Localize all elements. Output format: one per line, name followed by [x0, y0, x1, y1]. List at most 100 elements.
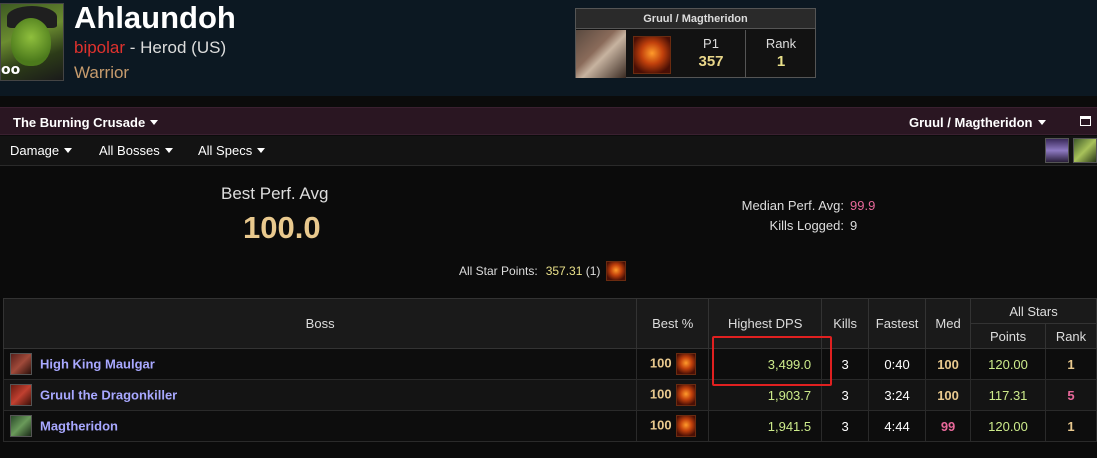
kills-cell: 3 [821, 379, 870, 411]
header-points[interactable]: Points [970, 323, 1046, 349]
caret-down-icon [1037, 120, 1046, 125]
specs-dropdown-label: All Specs [198, 143, 253, 158]
zone-rank-label: Rank [765, 36, 797, 51]
header-rank[interactable]: Rank [1044, 323, 1097, 349]
caret-down-icon [257, 148, 266, 153]
avatar-level-text: oo [1, 62, 21, 78]
rank-cell: 1 [1044, 410, 1097, 442]
zone-p1-label: P1 [703, 36, 719, 51]
star-icon [675, 415, 696, 437]
kills-logged-value: 9 [850, 218, 858, 233]
expansion-dropdown[interactable]: The Burning Crusade [13, 115, 159, 130]
character-avatar: oo [0, 3, 64, 81]
fastest-cell[interactable]: 0:40 [868, 348, 927, 380]
rank-cell: 5 [1044, 379, 1097, 411]
character-realm-line: bipolar - Herod (US) [74, 38, 226, 58]
all-star-points-rank: (1) [585, 264, 601, 278]
zone-image [576, 30, 626, 78]
boss-rankings-table: Boss Best % Highest DPS Kills Fastest Me… [2, 298, 1097, 442]
star-icon [675, 384, 696, 406]
expansion-dropdown-label: The Burning Crusade [13, 115, 146, 130]
specs-dropdown[interactable]: All Specs [198, 143, 266, 158]
highest-dps-cell[interactable]: 3,499.0 [708, 348, 823, 380]
boss-name-link[interactable]: Magtheridon [40, 419, 118, 434]
zone-dropdown-label: Gruul / Magtheridon [909, 115, 1033, 130]
caret-down-icon [164, 148, 173, 153]
best-pct-cell: 100 [636, 410, 710, 442]
guild-link[interactable]: bipolar [74, 38, 125, 57]
table-row: Gruul the Dragonkiller 100 1,903.7 3 3:2… [2, 379, 1097, 411]
boss-name-link[interactable]: Gruul the Dragonkiller [40, 388, 177, 403]
kills-logged-row: Kills Logged: 9 [770, 218, 878, 233]
points-cell: 120.00 [970, 348, 1046, 380]
median-perf-row: Median Perf. Avg: 99.9 [742, 198, 878, 213]
character-class: Warrior [74, 63, 130, 82]
realm-separator: - [125, 38, 141, 57]
best-pct-value: 100 [649, 386, 672, 402]
kills-cell: 3 [821, 348, 870, 380]
kills-logged-label: Kills Logged: [769, 218, 844, 233]
star-icon [675, 353, 696, 375]
boss-portrait-icon [10, 415, 32, 437]
boss-portrait-icon [10, 353, 32, 375]
header-kills[interactable]: Kills [821, 298, 870, 349]
boss-cell: Magtheridon [2, 410, 638, 442]
boss-cell: Gruul the Dragonkiller [2, 379, 638, 411]
star-icon [606, 261, 627, 281]
zone-p1-value: 357 [698, 53, 724, 70]
best-pct-value: 100 [649, 355, 672, 371]
zone-summary-box: Gruul / Magtheridon P1 357 Rank 1 [575, 8, 816, 78]
points-cell: 117.31 [970, 379, 1046, 411]
expansion-toolbar: The Burning Crusade Gruul / Magtheridon [0, 107, 1097, 135]
fastest-cell[interactable]: 3:24 [868, 379, 927, 411]
zone-box-title: Gruul / Magtheridon [576, 9, 815, 29]
table-row: High King Maulgar 100 3,499.0 3 0:40 100… [2, 348, 1097, 380]
header-boss[interactable]: Boss [2, 298, 638, 349]
fastest-cell[interactable]: 4:44 [868, 410, 927, 442]
header-fastest[interactable]: Fastest [868, 298, 927, 349]
bosses-dropdown[interactable]: All Bosses [99, 143, 173, 158]
realm-name: Herod (US) [140, 38, 227, 57]
maximize-icon[interactable] [1080, 116, 1091, 126]
all-star-points-row: All Star Points: 357.31 (1) [459, 261, 627, 281]
zone-dropdown[interactable]: Gruul / Magtheridon [909, 115, 1046, 130]
median-perf-label: Median Perf. Avg: [741, 198, 844, 213]
median-perf-value: 99.9 [850, 198, 876, 213]
highest-dps-cell[interactable]: 1,903.7 [708, 379, 823, 411]
zone-star-icon [633, 36, 671, 74]
bosses-dropdown-label: All Bosses [99, 143, 160, 158]
zone-rank-value: 1 [776, 53, 786, 70]
raid-icon[interactable] [1045, 138, 1069, 163]
rank-cell: 1 [1044, 348, 1097, 380]
header-all-stars: All Stars [970, 298, 1097, 324]
zone-p1-column: P1 357 [677, 30, 745, 78]
best-perf-value: 100.0 [243, 210, 321, 245]
metric-dropdown-label: Damage [10, 143, 60, 158]
best-pct-cell: 100 [636, 348, 710, 380]
best-pct-value: 100 [649, 417, 672, 433]
boss-name-link[interactable]: High King Maulgar [40, 357, 155, 372]
points-cell: 120.00 [970, 410, 1046, 442]
table-row: Magtheridon 100 1,941.5 3 4:44 99 120.00… [2, 410, 1097, 442]
header-med[interactable]: Med [925, 298, 972, 349]
best-pct-cell: 100 [636, 379, 710, 411]
header-best-pct[interactable]: Best % [636, 298, 710, 349]
med-cell: 100 [925, 348, 972, 380]
kills-cell: 3 [821, 410, 870, 442]
key-icon[interactable] [1073, 138, 1097, 163]
med-cell: 100 [925, 379, 972, 411]
med-cell: 99 [925, 410, 972, 442]
highest-dps-cell[interactable]: 1,941.5 [708, 410, 823, 442]
filter-toolbar: Damage All Bosses All Specs [0, 136, 1097, 166]
metric-dropdown[interactable]: Damage [10, 143, 73, 158]
all-star-points-label: All Star Points: [459, 264, 538, 278]
boss-cell: High King Maulgar [2, 348, 638, 380]
zone-rank-column: Rank 1 [745, 30, 816, 78]
character-name: Ahlaundoh [74, 0, 236, 35]
best-perf-label: Best Perf. Avg [221, 184, 329, 203]
header-highest-dps[interactable]: Highest DPS [708, 298, 823, 349]
caret-down-icon [150, 120, 159, 125]
character-header: oo Ahlaundoh bipolar - Herod (US) Warrio… [0, 0, 1097, 96]
all-star-points-value: 357.31 [545, 264, 583, 278]
caret-down-icon [64, 148, 73, 153]
